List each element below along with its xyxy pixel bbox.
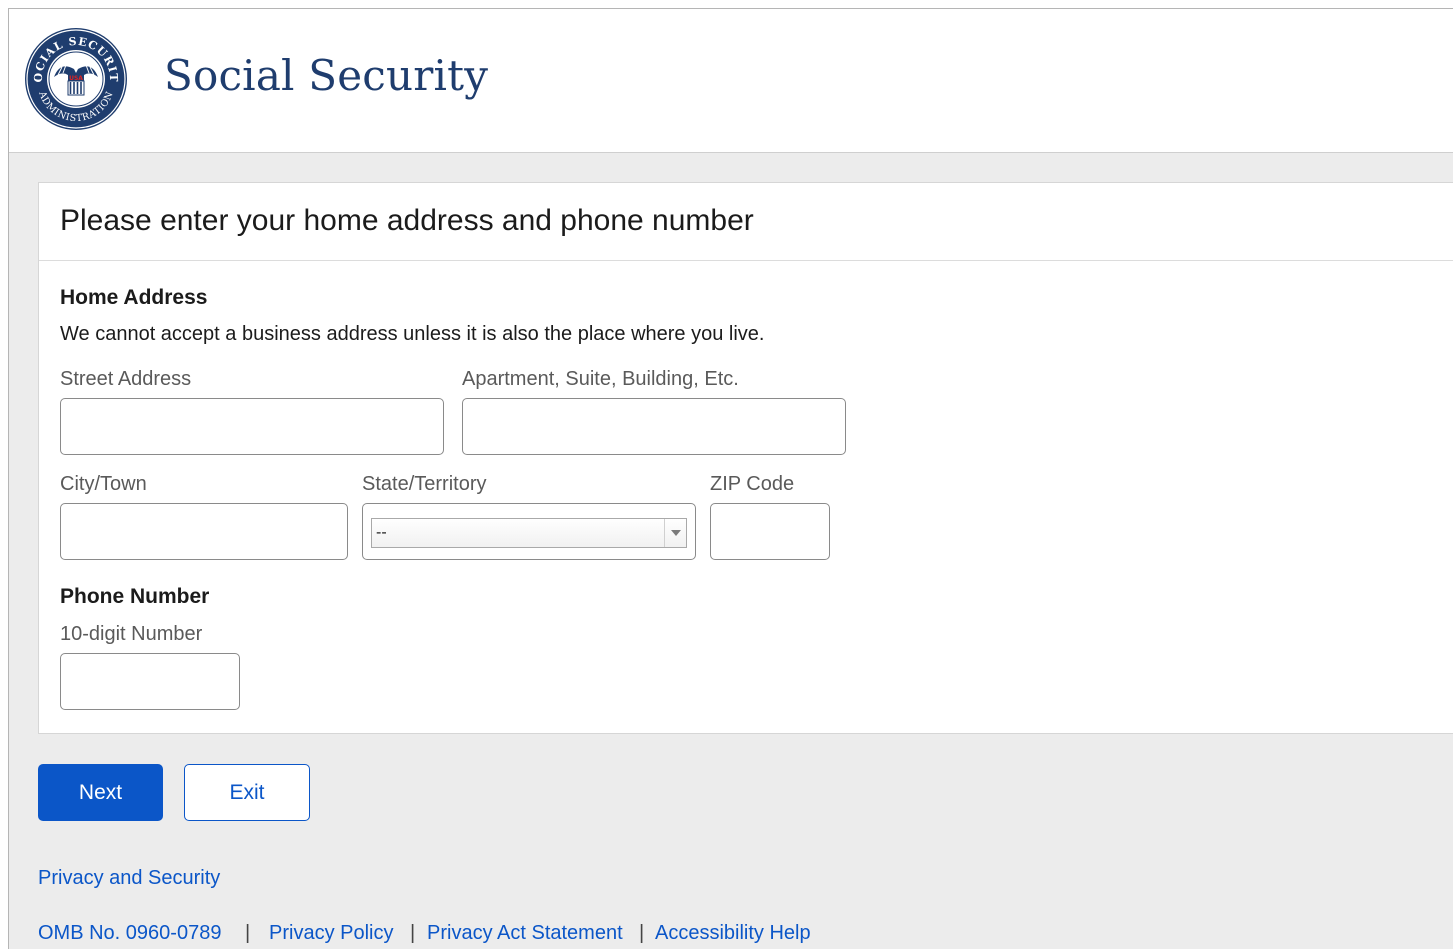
phone-number-heading: Phone Number xyxy=(60,585,210,608)
zip-label: ZIP Code xyxy=(710,473,795,495)
page-frame: SOCIAL SECURITY ADMINISTRATION USA Socia… xyxy=(8,8,1453,949)
title-divider xyxy=(39,260,1453,261)
ssa-seal-logo: SOCIAL SECURITY ADMINISTRATION USA xyxy=(24,27,127,130)
privacy-and-security-link[interactable]: Privacy and Security xyxy=(38,867,220,890)
privacy-policy-link[interactable]: Privacy Policy xyxy=(269,922,393,945)
form-title: Please enter your home address and phone… xyxy=(60,204,754,237)
zip-code-input[interactable] xyxy=(710,503,830,560)
business-address-note: We cannot accept a business address unle… xyxy=(60,323,765,345)
state-select[interactable]: -- xyxy=(362,503,696,560)
next-button[interactable]: Next xyxy=(38,764,163,821)
city-label: City/Town xyxy=(60,473,147,495)
apartment-input[interactable] xyxy=(462,398,846,455)
footer-separator: | xyxy=(245,922,251,944)
home-address-heading: Home Address xyxy=(60,286,208,309)
street-address-label: Street Address xyxy=(60,368,192,390)
accessibility-help-link[interactable]: Accessibility Help xyxy=(655,922,811,945)
exit-button[interactable]: Exit xyxy=(184,764,310,821)
state-select-box[interactable]: -- xyxy=(371,518,687,548)
footer-separator: | xyxy=(639,922,645,944)
dropdown-arrow-icon[interactable] xyxy=(664,519,686,547)
state-label: State/Territory xyxy=(362,473,487,495)
footer-separator: | xyxy=(410,922,416,944)
omb-number: OMB No. 0960-0789 xyxy=(38,922,222,944)
privacy-act-statement-link[interactable]: Privacy Act Statement xyxy=(427,922,623,945)
address-form-panel: Please enter your home address and phone… xyxy=(38,182,1453,734)
state-selected-value: -- xyxy=(376,524,387,541)
site-header: SOCIAL SECURITY ADMINISTRATION USA Socia… xyxy=(9,9,1453,153)
phone-number-input[interactable] xyxy=(60,653,240,710)
phone-number-label: 10-digit Number xyxy=(60,623,203,645)
street-address-input[interactable] xyxy=(60,398,444,455)
apartment-label: Apartment, Suite, Building, Etc. xyxy=(462,368,739,390)
brand-title: Social Security xyxy=(164,51,489,100)
city-input[interactable] xyxy=(60,503,348,560)
